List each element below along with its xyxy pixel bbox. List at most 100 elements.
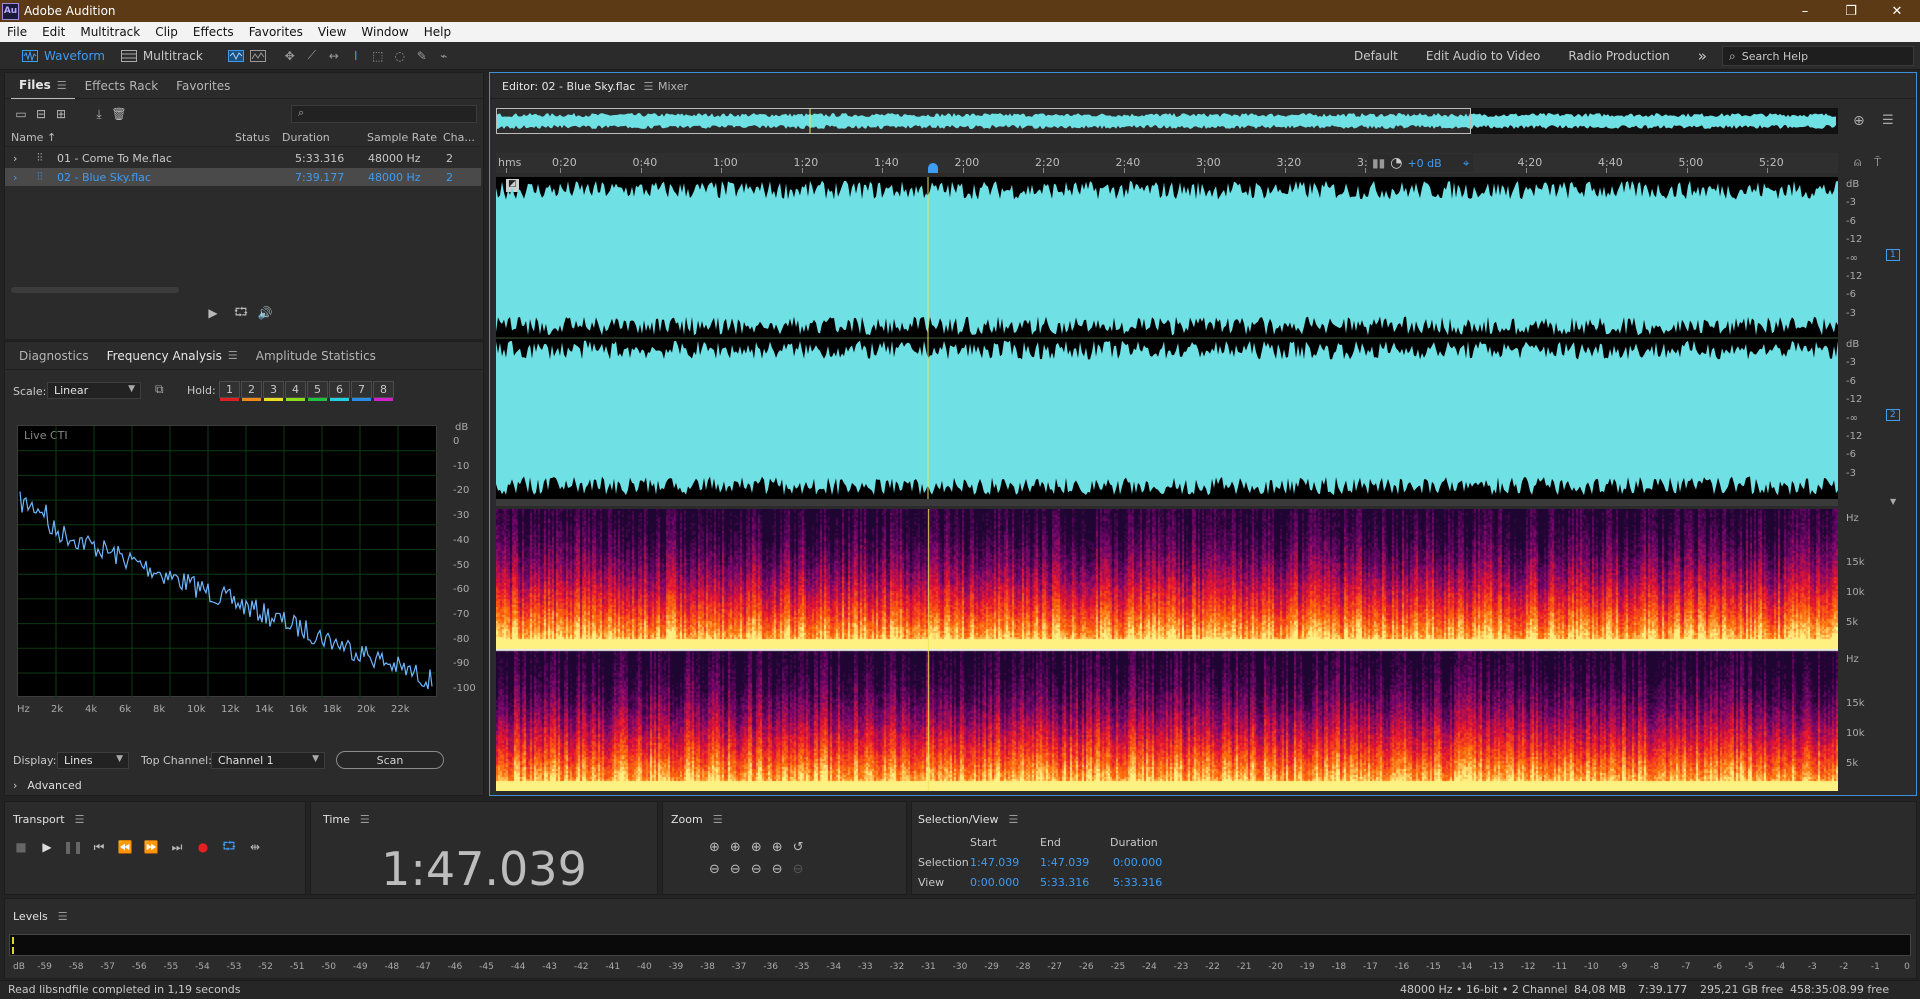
preview-play-icon[interactable]: ▶ [203, 304, 223, 322]
menu-clip[interactable]: Clip [148, 25, 186, 39]
waveform-mode-button[interactable]: Waveform [14, 45, 113, 67]
advanced-toggle[interactable]: › Advanced [13, 776, 82, 794]
hold-button-1[interactable]: 1 [219, 381, 240, 401]
channel-2-button[interactable]: 2 [1886, 409, 1900, 421]
zoom-in-out-icon[interactable]: ⊕ [772, 840, 783, 855]
column-duration[interactable]: Duration [282, 131, 330, 144]
top-channel-dropdown[interactable]: Channel 1 ▼ [211, 752, 325, 769]
tab-files[interactable]: Files ☰ [11, 73, 75, 99]
hold-button-8[interactable]: 8 [373, 381, 394, 401]
panel-menu-icon[interactable]: ☰ [57, 79, 67, 92]
tab-diagnostics[interactable]: Diagnostics [11, 343, 97, 369]
file-row-selected[interactable]: › ⫶⫶ 02 - Blue Sky.flac 7:39.177 48000 H… [5, 168, 481, 186]
slip-tool-icon[interactable]: ↔ [323, 45, 345, 67]
selection-end-field[interactable]: 1:47.039 [1040, 856, 1089, 869]
razor-tool-icon[interactable]: ⟋ [301, 45, 323, 67]
panel-menu-icon[interactable]: ☰ [228, 349, 238, 362]
play-button[interactable]: ▶ [37, 838, 57, 856]
expand-icon[interactable]: › [13, 171, 17, 184]
menu-help[interactable]: Help [417, 25, 459, 39]
brush-tool-icon[interactable]: ✎ [411, 45, 433, 67]
marquee-tool-icon[interactable]: ⬚ [367, 45, 389, 67]
hold-button-5[interactable]: 5 [307, 381, 328, 401]
menu-file[interactable]: File [0, 25, 35, 39]
hold-button-3[interactable]: 3 [263, 381, 284, 401]
zoom-out-point-icon[interactable]: ⊖ [751, 862, 762, 877]
restore-button[interactable]: ❐ [1828, 0, 1874, 22]
view-end-field[interactable]: 5:33.316 [1040, 876, 1089, 889]
menu-window[interactable]: Window [354, 25, 416, 39]
hold-button-4[interactable]: 4 [285, 381, 306, 401]
rewind-button[interactable]: ⏪ [115, 838, 135, 856]
column-sample-rate[interactable]: Sample Rate [367, 131, 437, 144]
open-append-icon[interactable]: ⊟ [31, 105, 51, 123]
channel-1-button[interactable]: 1 [1886, 249, 1900, 261]
panel-menu-icon[interactable]: ☰ [75, 813, 85, 826]
files-search-input[interactable]: ⌕ [291, 105, 477, 123]
record-button[interactable]: ● [193, 838, 213, 856]
editor-menu-icon[interactable]: ☰ [1882, 113, 1894, 128]
tab-frequency-analysis[interactable]: Frequency Analysis ☰ [99, 343, 246, 369]
zoom-out-time-icon[interactable]: ⊖ [730, 862, 741, 877]
file-row[interactable]: › ⫶⫶ 01 - Come To Me.flac 5:33.316 48000… [5, 149, 481, 167]
zoom-reset-icon[interactable]: ⊖ [793, 862, 804, 877]
spectral-view[interactable] [496, 509, 1838, 791]
hud-gain[interactable]: ▮▮ ◔ +0 dB ⌖ [1368, 154, 1474, 172]
selection-start-field[interactable]: 1:47.039 [970, 856, 1019, 869]
menu-multitrack[interactable]: Multitrack [73, 25, 148, 39]
show-waveform-icon[interactable] [225, 45, 247, 67]
loop-playback-button[interactable]: ⮔ [219, 838, 239, 856]
chevron-down-icon[interactable]: ▼ [1890, 497, 1896, 506]
column-status[interactable]: Status [235, 131, 270, 144]
zoom-in-amplitude-icon[interactable]: ⊕ [709, 840, 720, 855]
spot-healing-tool-icon[interactable]: ⌁ [433, 45, 455, 67]
preview-loop-icon[interactable]: ⮔ [231, 304, 251, 322]
workspace-radio-production[interactable]: Radio Production [1554, 49, 1683, 63]
open-file-icon[interactable]: ▭ [11, 105, 31, 123]
column-channels[interactable]: Cha... [443, 131, 475, 144]
tab-mixer[interactable]: Mixer [650, 73, 696, 99]
view-divider[interactable] [496, 499, 1838, 506]
menu-edit[interactable]: Edit [35, 25, 73, 39]
tab-editor[interactable]: Editor: 02 - Blue Sky.flac ☰ [494, 73, 661, 99]
delete-file-icon[interactable]: 🗑 [109, 105, 129, 123]
scale-dropdown[interactable]: Linear ▼ [47, 382, 141, 399]
more-workspaces-button[interactable]: » [1684, 47, 1721, 65]
zoom-in-point-icon[interactable]: ⊕ [751, 840, 762, 855]
zoom-in-time-icon[interactable]: ⊕ [730, 840, 741, 855]
show-spectral-icon[interactable] [247, 45, 269, 67]
zoom-navigator-icon[interactable]: ⊕ [1853, 113, 1865, 129]
hold-button-2[interactable]: 2 [241, 381, 262, 401]
move-tool-icon[interactable]: ✥ [279, 45, 301, 67]
overview-bar[interactable] [496, 108, 1838, 134]
panel-menu-icon[interactable]: ☰ [58, 910, 68, 923]
column-name[interactable]: Name ↑ [11, 131, 56, 144]
lasso-tool-icon[interactable]: ◌ [389, 45, 411, 67]
workspace-edit-audio-to-video[interactable]: Edit Audio to Video [1412, 49, 1554, 63]
panel-menu-icon[interactable]: ☰ [713, 813, 723, 826]
panel-menu-icon[interactable]: ☰ [360, 813, 370, 826]
zoom-to-selection-icon[interactable]: ↺ [793, 840, 804, 855]
search-help-input[interactable]: ⌕ Search Help [1722, 46, 1914, 66]
panel-menu-icon[interactable]: ☰ [1009, 813, 1019, 826]
tab-amplitude-statistics[interactable]: Amplitude Statistics [248, 343, 384, 369]
close-button[interactable]: ✕ [1874, 0, 1920, 22]
playhead-marker[interactable] [928, 163, 938, 173]
menu-effects[interactable]: Effects [186, 25, 242, 39]
tab-favorites[interactable]: Favorites [168, 73, 238, 99]
stop-button[interactable]: ■ [11, 838, 31, 856]
marker-icon[interactable]: ⍑ [1874, 155, 1881, 170]
zoom-out-amplitude-icon[interactable]: ⊖ [709, 862, 720, 877]
multitrack-mode-button[interactable]: Multitrack [113, 45, 211, 67]
copy-hold-icon[interactable]: ⧉ [155, 382, 164, 397]
display-dropdown[interactable]: Lines ▼ [57, 752, 129, 769]
menu-favorites[interactable]: Favorites [242, 25, 311, 39]
zoom-out-full-icon[interactable]: ⊖ [772, 862, 783, 877]
pause-button[interactable]: ❚❚ [63, 838, 83, 856]
view-start-field[interactable]: 0:00.000 [970, 876, 1019, 889]
tab-effects-rack[interactable]: Effects Rack [77, 73, 167, 99]
time-selection-tool-icon[interactable]: I [345, 45, 367, 67]
preview-autoplay-icon[interactable]: 🔊 [255, 304, 275, 322]
scan-button[interactable]: Scan [336, 751, 444, 769]
files-horizontal-scrollbar[interactable] [11, 287, 179, 293]
